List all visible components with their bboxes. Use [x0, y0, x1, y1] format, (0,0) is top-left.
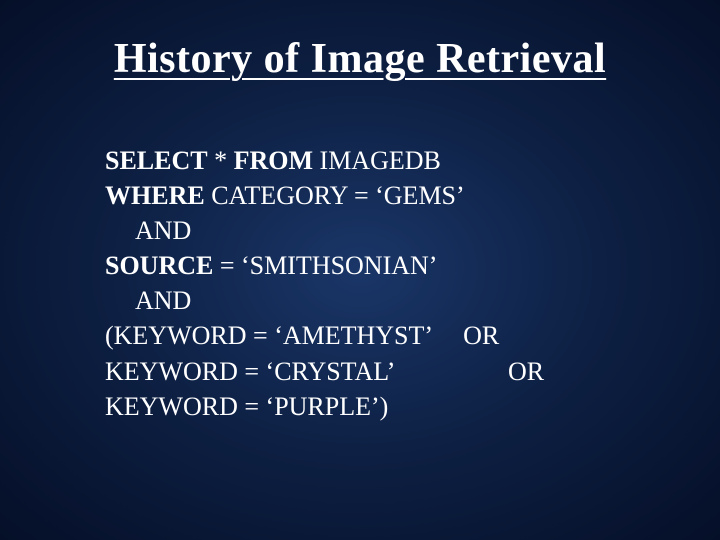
query-line-2: WHERE CATEGORY = ‘GEMS’	[105, 178, 660, 213]
query-line-7: KEYWORD = ‘CRYSTAL’ OR	[105, 354, 660, 389]
text-category: CATEGORY = ‘GEMS’	[205, 181, 465, 210]
query-line-3: AND	[105, 213, 660, 248]
query-line-4: SOURCE = ‘SMITHSONIAN’	[105, 248, 660, 283]
keyword-select: SELECT	[105, 146, 208, 175]
keyword-and-1: AND	[135, 216, 191, 245]
text-table: IMAGEDB	[313, 146, 441, 175]
query-line-1: SELECT * FROM IMAGEDB	[105, 143, 660, 178]
text-keyword-purple: KEYWORD = ‘PURPLE’)	[105, 392, 388, 421]
query-line-8: KEYWORD = ‘PURPLE’)	[105, 389, 660, 424]
keyword-or-2: OR	[455, 354, 544, 389]
keyword-or-1: OR	[433, 318, 499, 353]
slide-title: History of Image Retrieval	[60, 35, 660, 83]
sql-query-block: SELECT * FROM IMAGEDB WHERE CATEGORY = ‘…	[105, 143, 660, 424]
query-line-6: (KEYWORD = ‘AMETHYST’ OR	[105, 318, 660, 353]
keyword-where: WHERE	[105, 181, 205, 210]
text-source-value: = ‘SMITHSONIAN’	[213, 251, 437, 280]
query-line-5: AND	[105, 283, 660, 318]
text-keyword-amethyst: (KEYWORD = ‘AMETHYST’	[105, 318, 433, 353]
keyword-source: SOURCE	[105, 251, 213, 280]
text-star: *	[208, 146, 234, 175]
keyword-and-2: AND	[135, 286, 191, 315]
text-keyword-crystal: KEYWORD = ‘CRYSTAL’	[105, 354, 455, 389]
slide-container: History of Image Retrieval SELECT * FROM…	[0, 0, 720, 540]
keyword-from: FROM	[234, 146, 313, 175]
